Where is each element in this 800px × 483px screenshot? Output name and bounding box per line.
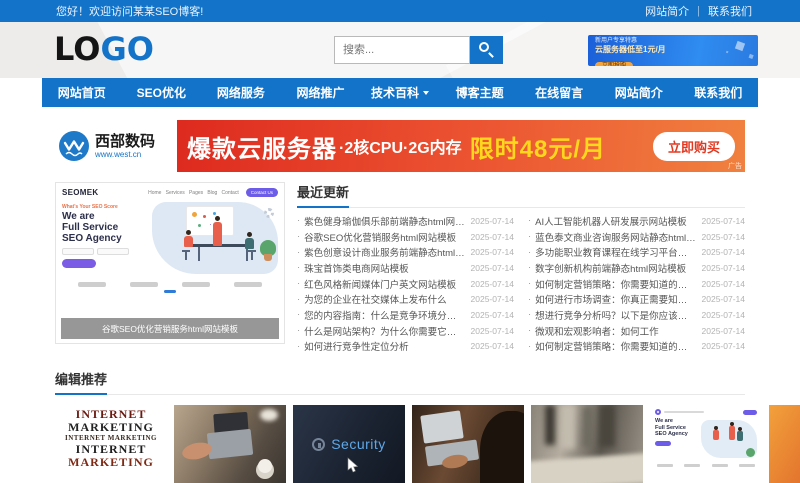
ad-label: 广告 [728,161,742,171]
nav-item-network-service[interactable]: 网络服务 [201,78,281,107]
list-item: ·AI人工智能机器人研发展示网站模板2025-07-14 [528,213,745,229]
list-item: ·为您的企业在社交媒体上发布什么2025-07-14 [297,291,514,307]
banner-headline: 爆款云服务器 [187,129,337,164]
west-offer-area: 爆款云服务器 ·2核CPU·2G内存 限时48元/月 立即购买 广告 [177,120,745,172]
nav-item-home[interactable]: 网站首页 [42,78,122,107]
site-header: LOGO 新用户专享特惠 云服务器低至1元/月 立即抢购 [0,22,800,78]
mini-hero: What's Your SEO Score We are Full Servic… [56,199,284,280]
list-item: ·想进行竞争分析吗？以下是你应该做的7个理由2025-07-14 [528,307,745,323]
search-box [334,36,503,64]
recent-updates-section: 最近更新 ·紫色健身瑜伽俱乐部前端静态html网站模板2025-07-14 ·谷… [297,182,745,354]
nav-item-blog-theme[interactable]: 博客主题 [440,78,520,107]
topbar-link-about[interactable]: 网站简介 [645,3,689,19]
west-digital-logo-icon [59,131,89,161]
list-item: ·如何进行竞争性定位分析2025-07-14 [297,339,514,355]
recommend-title: 编辑推荐 [55,369,107,395]
slider-pagination-dot[interactable] [164,290,176,293]
buy-now-button[interactable]: 立即购买 [653,132,735,161]
chevron-down-icon [423,91,429,95]
gear-icon [264,208,274,218]
logo-text-black: LO [54,30,100,68]
thumb-blurred-desk[interactable] [531,405,643,483]
list-item: ·红色风格新闻媒体门户英文网站模板2025-07-14 [297,276,514,292]
list-item: ·谷歌SEO优化营销服务html网站模板2025-07-14 [297,229,514,245]
mini-contact-button: Contact Us [246,188,278,197]
mini-cta-button [62,259,96,268]
partner-logos [56,282,284,287]
security-label: Security [331,436,386,452]
thumb-internet-marketing[interactable]: INTERNET MARKETING INTERNET MARKETING IN… [55,405,167,483]
west-brand-name: 西部数码 [95,134,155,150]
figure-sitting-left [184,230,193,247]
mini-site-logo: SEOMEK [62,188,98,197]
featured-slider[interactable]: SEOMEK Home Services Pages Blog Contact … [55,182,285,344]
list-item: ·什么是网站架构？为什么你需要它以及你如何做到2025-07-14 [297,323,514,339]
topbar-links: 网站简介 | 联系我们 [645,3,752,19]
list-item: ·您的内容指南：什么是竞争环境分析？2025-07-14 [297,307,514,323]
nav-item-promotion[interactable]: 网络推广 [281,78,361,107]
search-icon [479,42,489,52]
recent-col-right: ·AI人工智能机器人研发展示网站模板2025-07-14 ·蓝色泰文商业咨询服务… [528,213,745,354]
promo-line1: 新用户专享特惠 [595,38,751,45]
list-item: ·微观和宏观影响者：如何工作2025-07-14 [528,323,745,339]
lock-icon [312,438,325,451]
west-brand-area: 西部数码 www.west.cn [55,120,177,172]
list-item: ·紫色健身瑜伽俱乐部前端静态html网站模板2025-07-14 [297,213,514,229]
recent-updates-title: 最近更新 [297,182,349,208]
topbar-divider: | [697,5,700,17]
list-item: ·珠宝首饰类电商网站模板2025-07-14 [297,260,514,276]
list-item: ·蓝色泰文商业咨询服务网站静态html模板2025-07-14 [528,229,745,245]
figure-standing [213,216,222,246]
figure-sitting-right [245,232,254,249]
mini-tagline: What's Your SEO Score [62,204,146,210]
welcome-text: 您好！欢迎访问某某SEO博客! [56,3,203,19]
west-cn-ad-banner[interactable]: 西部数码 www.west.cn 爆款云服务器 ·2核CPU·2G内存 限时48… [55,120,745,172]
thumb-over-shoulder-typing[interactable] [412,405,524,483]
west-domain: www.west.cn [95,150,155,159]
promo-button[interactable]: 立即抢购 [595,62,633,66]
mini-title: We are Full Service SEO Agency [62,211,146,244]
recommend-thumbnails: INTERNET MARKETING INTERNET MARKETING IN… [55,405,800,483]
mini-site-menu: Home Services Pages Blog Contact [148,190,239,196]
slider-caption[interactable]: 谷歌SEO优化营销服务html网站模板 [61,318,279,339]
plant-decoration [260,240,276,256]
recent-col-left: ·紫色健身瑜伽俱乐部前端静态html网站模板2025-07-14 ·谷歌SEO优… [297,213,514,354]
list-item: ·多功能职业教育课程在线学习平台网站模板2025-07-14 [528,244,745,260]
thumb-typing-laptop[interactable] [174,405,286,483]
mini-illustration [146,200,278,280]
recent-updates-header: 最近更新 [297,182,745,208]
header-promo-banner[interactable]: 新用户专享特惠 云服务器低至1元/月 立即抢购 [588,35,758,66]
nav-item-contact[interactable]: 联系我们 [679,78,759,107]
topbar-link-contact[interactable]: 联系我们 [708,3,752,19]
banner-deal-price: 限时48元/月 [470,129,606,164]
nav-item-about[interactable]: 网站简介 [599,78,679,107]
thumb-security[interactable]: Security [293,405,405,483]
thumb-seo-agency-template[interactable]: We are Full Service SEO Agency [650,405,762,483]
nav-item-guestbook[interactable]: 在线留言 [519,78,599,107]
search-button[interactable] [470,36,503,64]
list-item: ·如何制定营销策略：你需要知道的一切2025-07-14 [528,276,745,292]
main-nav: 网站首页 SEO优化 网络服务 网络推广 技术百科 博客主题 在线留言 网站简介… [42,78,758,107]
search-input[interactable] [334,36,470,64]
main-content: SEOMEK Home Services Pages Blog Contact … [55,182,745,354]
mini-site-header: SEOMEK Home Services Pages Blog Contact … [56,183,284,199]
nav-item-tech-wiki[interactable]: 技术百科 [360,78,440,107]
recommend-header: 编辑推荐 [55,369,745,395]
mini-input-fields [62,248,146,255]
banner-specs: ·2核CPU·2G内存 [339,134,462,158]
list-item: ·数字创新机构前端静态html网站模板2025-07-14 [528,260,745,276]
list-item: ·如何进行市场调查：你真正需要知道的2025-07-14 [528,291,745,307]
nav-item-seo[interactable]: SEO优化 [122,78,202,107]
mini-hero-copy: What's Your SEO Score We are Full Servic… [62,200,146,280]
promo-line2: 云服务器低至1元/月 [595,45,751,54]
site-logo[interactable]: LOGO [54,31,154,67]
thumb-partial-next[interactable] [769,405,800,483]
list-item: ·紫色创意设计商业服务前端静态html5网站模板2025-07-14 [297,244,514,260]
list-item: ·如何制定营销策略：你需要知道的一切2025-07-14 [528,339,745,355]
editor-recommend-section: 编辑推荐 INTERNET MARKETING INTERNET MARKETI… [55,369,745,483]
top-bar: 您好！欢迎访问某某SEO博客! 网站简介 | 联系我们 [0,0,800,22]
logo-text-blue: GO [100,30,153,68]
